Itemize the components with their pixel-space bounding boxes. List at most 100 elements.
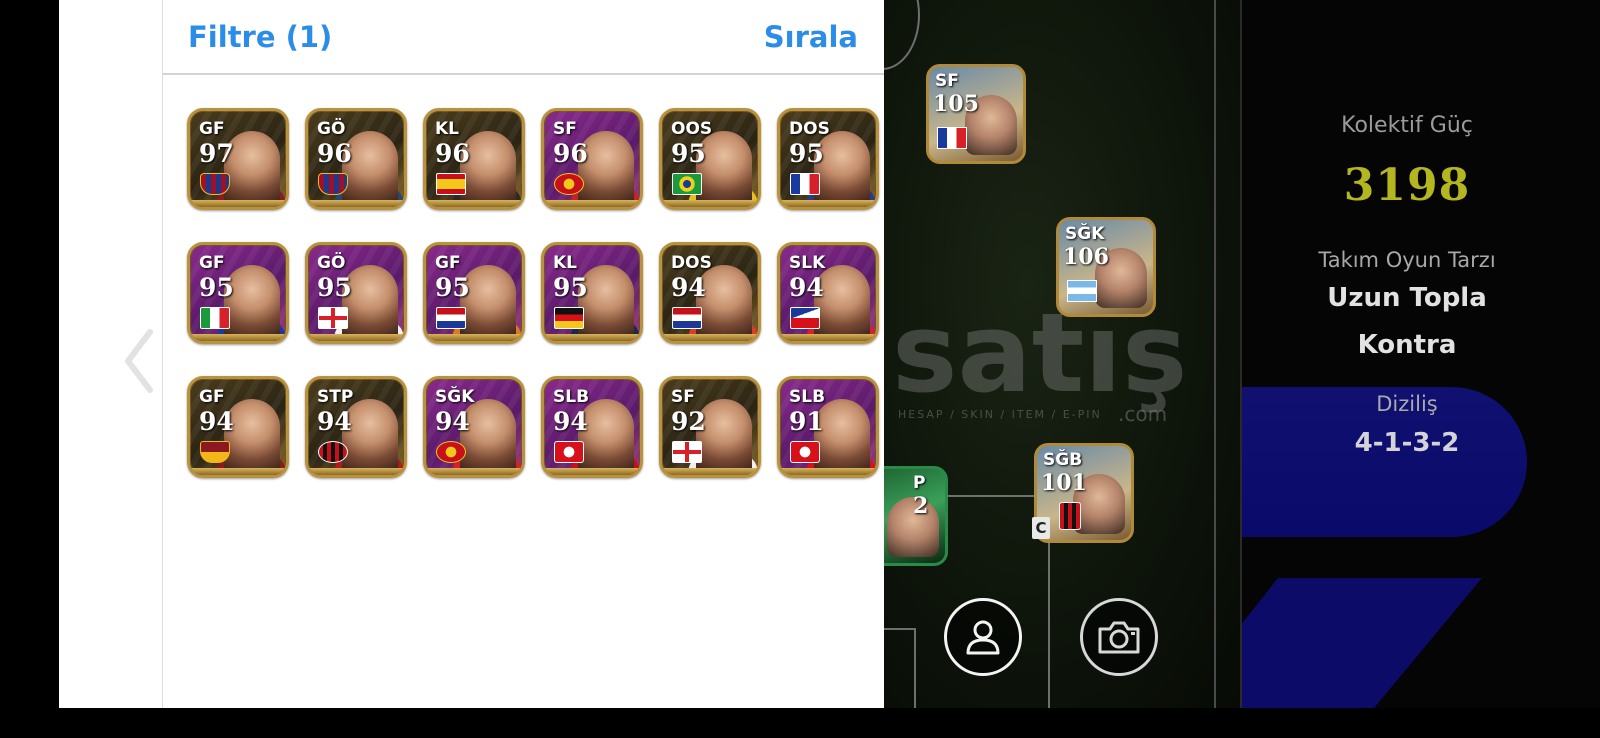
player-position: OOS (671, 119, 713, 139)
player-card[interactable]: SLB 91 (777, 376, 879, 478)
player-card-grid: GF 97 GÖ 96 KL 96 SF 96 OOS 95 DOS 95 GF 95 GÖ 95 GF 95 KL… (187, 108, 879, 478)
germany-flag-icon (554, 307, 584, 329)
player-rating: 97 (199, 139, 234, 168)
back-button[interactable] (122, 328, 156, 398)
card-rim (190, 334, 286, 341)
captain-badge: C (1032, 517, 1050, 539)
player-card[interactable]: SLB 94 (541, 376, 643, 478)
player-position: GÖ (317, 119, 346, 139)
field-player-card[interactable]: SF 105 (926, 64, 1026, 164)
player-card[interactable]: GF 94 (187, 376, 289, 478)
field-player-rating: 105 (933, 91, 979, 117)
player-card[interactable]: OOS 95 (659, 108, 761, 210)
player-rating: 96 (317, 139, 352, 168)
decorative-stripe (1242, 578, 1482, 708)
card-rim (780, 334, 876, 341)
card-rim (426, 334, 522, 341)
player-card[interactable]: KL 96 (423, 108, 525, 210)
player-rating: 95 (199, 273, 234, 302)
player-card[interactable]: GÖ 95 (305, 242, 407, 344)
field-player-card[interactable]: P 2 (884, 466, 948, 566)
barcelona-crest-icon (200, 173, 230, 195)
team-playstyle-value-line2: Kontra (1357, 330, 1457, 360)
netherlands-flag-icon (672, 307, 702, 329)
card-rim (308, 468, 404, 475)
france-flag-icon (790, 173, 820, 195)
player-card[interactable]: DOS 94 (659, 242, 761, 344)
player-rating: 92 (671, 407, 706, 436)
player-rating: 94 (199, 407, 234, 436)
card-rim (662, 200, 758, 207)
player-position: SF (553, 119, 577, 139)
camera-button[interactable] (1080, 598, 1158, 676)
player-position: DOS (671, 253, 712, 273)
player-position: SLB (789, 387, 826, 407)
player-card[interactable]: SLK 94 (777, 242, 879, 344)
player-card[interactable]: DOS 95 (777, 108, 879, 210)
player-position: DOS (789, 119, 830, 139)
player-card[interactable]: GF 95 (423, 242, 525, 344)
center-circle-line (884, 0, 920, 70)
player-rating: 95 (317, 273, 352, 302)
card-rim (426, 468, 522, 475)
watermark-subtitle: HESAP / SKIN / ITEM / E-PIN (898, 408, 1102, 421)
card-rim (190, 200, 286, 207)
card-rim (662, 468, 758, 475)
player-card[interactable]: SĞK 94 (423, 376, 525, 478)
field-player-position: SF (935, 71, 959, 91)
user-icon (966, 620, 1000, 655)
player-rating: 96 (435, 139, 470, 168)
player-position: KL (435, 119, 460, 139)
player-card[interactable]: GÖ 96 (305, 108, 407, 210)
england-flag-icon (672, 441, 702, 463)
player-rating: 94 (553, 407, 588, 436)
field-player-rating: 2 (913, 493, 929, 519)
brazil-flag-icon (672, 173, 702, 195)
italy-flag-icon (200, 307, 230, 329)
player-position: GF (199, 119, 225, 139)
team-playstyle-value-line1: Uzun Topla (1327, 283, 1487, 313)
sort-button[interactable]: Sırala (764, 20, 858, 54)
player-rating: 95 (789, 139, 824, 168)
player-rating: 96 (553, 139, 588, 168)
card-rim (662, 334, 758, 341)
watermark-logo: satış (892, 289, 1188, 417)
camera-icon (1098, 621, 1140, 654)
collective-power-label: Kolektif Güç (1341, 113, 1473, 138)
card-rim (544, 468, 640, 475)
profile-button[interactable] (944, 598, 1022, 676)
player-position: SLB (553, 387, 590, 407)
player-card[interactable]: KL 95 (541, 242, 643, 344)
player-position: SF (671, 387, 695, 407)
team-summary-panel: Kolektif Güç 3198 Takım Oyun Tarzı Uzun … (1240, 0, 1600, 708)
pitch-edge-line (1214, 0, 1216, 708)
player-card[interactable]: SF 92 (659, 376, 761, 478)
card-rim (544, 200, 640, 207)
card-rim (780, 468, 876, 475)
man-utd-crest-icon (554, 173, 584, 195)
team-playstyle-label: Takım Oyun Tarzı (1318, 248, 1496, 272)
player-card[interactable]: GF 97 (187, 108, 289, 210)
field-player-rating: 106 (1063, 244, 1109, 270)
filter-button[interactable]: Filtre (1) (188, 20, 332, 54)
bottom-bar (0, 708, 1600, 738)
field-player-position: SĞK (1065, 224, 1105, 244)
card-rim (780, 200, 876, 207)
player-rating: 95 (671, 139, 706, 168)
field-player-position: SĞB (1043, 450, 1083, 470)
player-rating: 91 (789, 407, 824, 436)
player-list-panel: Filtre (1) Sırala GF 97 GÖ 96 KL 96 SF 96 OOS 95 D… (163, 0, 884, 708)
player-position: SĞK (435, 387, 475, 407)
formation-value: 4-1-3-2 (1354, 428, 1460, 458)
player-rating: 94 (789, 273, 824, 302)
player-card[interactable]: SF 96 (541, 108, 643, 210)
milan-crest-icon (1059, 502, 1081, 530)
player-card[interactable]: GF 95 (187, 242, 289, 344)
czech-flag-icon (790, 307, 820, 329)
roma-crest-icon (200, 441, 230, 463)
chevron-left-icon (125, 329, 153, 393)
player-position: SLK (789, 253, 826, 273)
player-rating: 94 (435, 407, 470, 436)
formation-label: Diziliş (1376, 392, 1438, 416)
player-card[interactable]: STP 94 (305, 376, 407, 478)
